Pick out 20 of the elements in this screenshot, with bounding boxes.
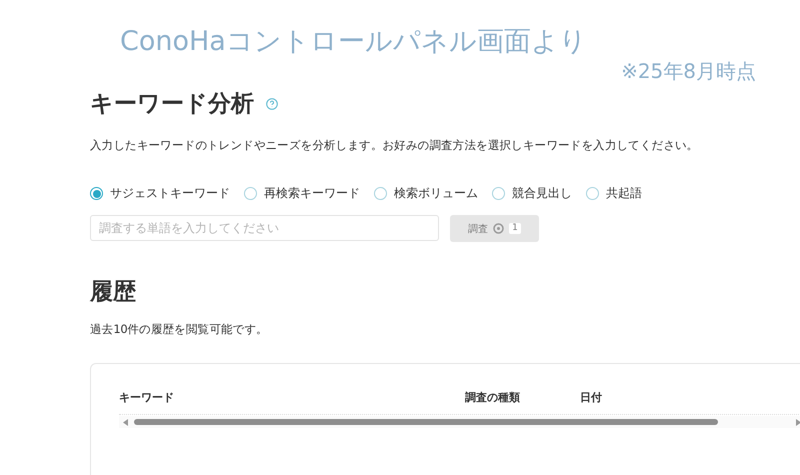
history-description: 過去10件の履歴を閲覧可能です。 <box>90 322 269 337</box>
column-header[interactable]: 調査の種類 <box>465 390 580 405</box>
date-note: ※25年8月時点 <box>621 58 756 84</box>
scroll-left-icon[interactable] <box>123 418 128 426</box>
horizontal-scrollbar[interactable] <box>119 416 800 428</box>
scroll-right-icon[interactable] <box>796 418 800 426</box>
method-radio[interactable]: 再検索キーワード <box>244 185 360 202</box>
method-radio[interactable]: サジェストキーワード <box>90 185 230 202</box>
help-icon[interactable] <box>266 98 278 110</box>
method-radio[interactable]: 検索ボリューム <box>374 185 478 202</box>
method-radio[interactable]: 共起語 <box>586 185 642 202</box>
column-header[interactable]: キーワード <box>119 390 465 405</box>
caption: ConoHaコントロールパネル画面より <box>120 25 588 59</box>
description: 入力したキーワードのトレンドやニーズを分析します。お好みの調査方法を選択しキーワードを入力してください。 <box>90 138 700 153</box>
keyword-input[interactable]: 調査する単語を入力してください <box>90 215 439 241</box>
history-title: 履歴 <box>90 278 137 307</box>
column-header[interactable]: 日付 <box>580 390 680 405</box>
page-title: キーワード分析 <box>90 90 254 119</box>
coin-icon <box>493 223 504 234</box>
method-radio[interactable]: 競合見出し <box>492 185 572 202</box>
